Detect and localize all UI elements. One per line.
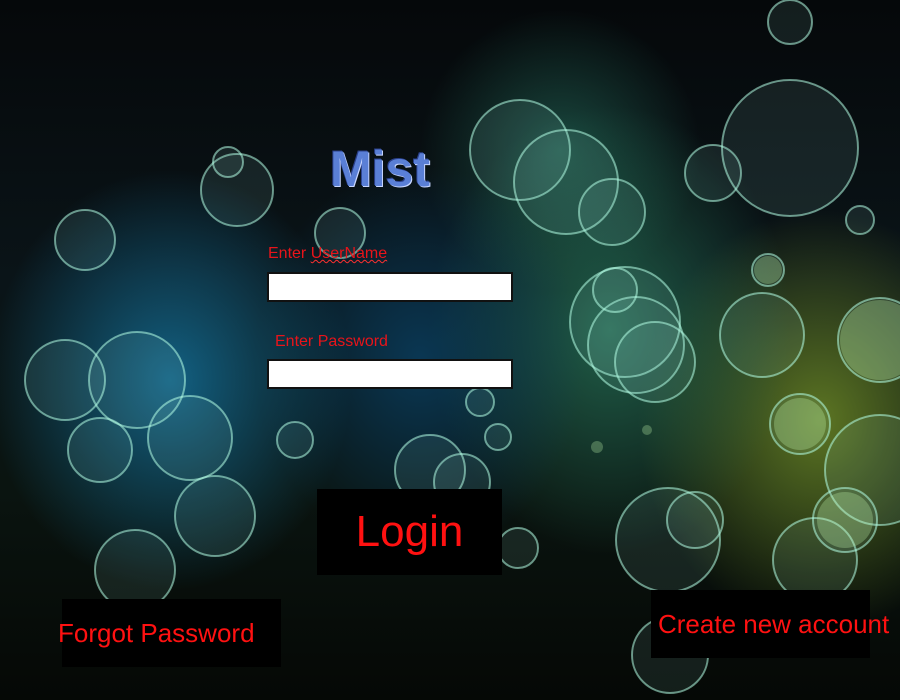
- app-logo: Mist: [330, 141, 430, 197]
- forgot-password-label: Forgot Password: [58, 617, 255, 648]
- username-label: Enter UserName: [268, 245, 387, 263]
- create-account-label: Create new account: [658, 608, 890, 639]
- login-screen: Mist Enter UserName Enter Password Login…: [0, 0, 900, 700]
- username-label-prefix: Enter: [268, 245, 311, 262]
- login-button-label: Login: [355, 507, 464, 556]
- login-button[interactable]: Login: [317, 489, 502, 575]
- username-input[interactable]: [267, 272, 513, 302]
- create-account-button[interactable]: Create new account: [651, 590, 889, 658]
- password-input[interactable]: [267, 359, 513, 389]
- password-label: Enter Password: [275, 333, 388, 350]
- username-label-word: UserName: [310, 245, 388, 262]
- forgot-password-button[interactable]: Forgot Password: [58, 599, 281, 667]
